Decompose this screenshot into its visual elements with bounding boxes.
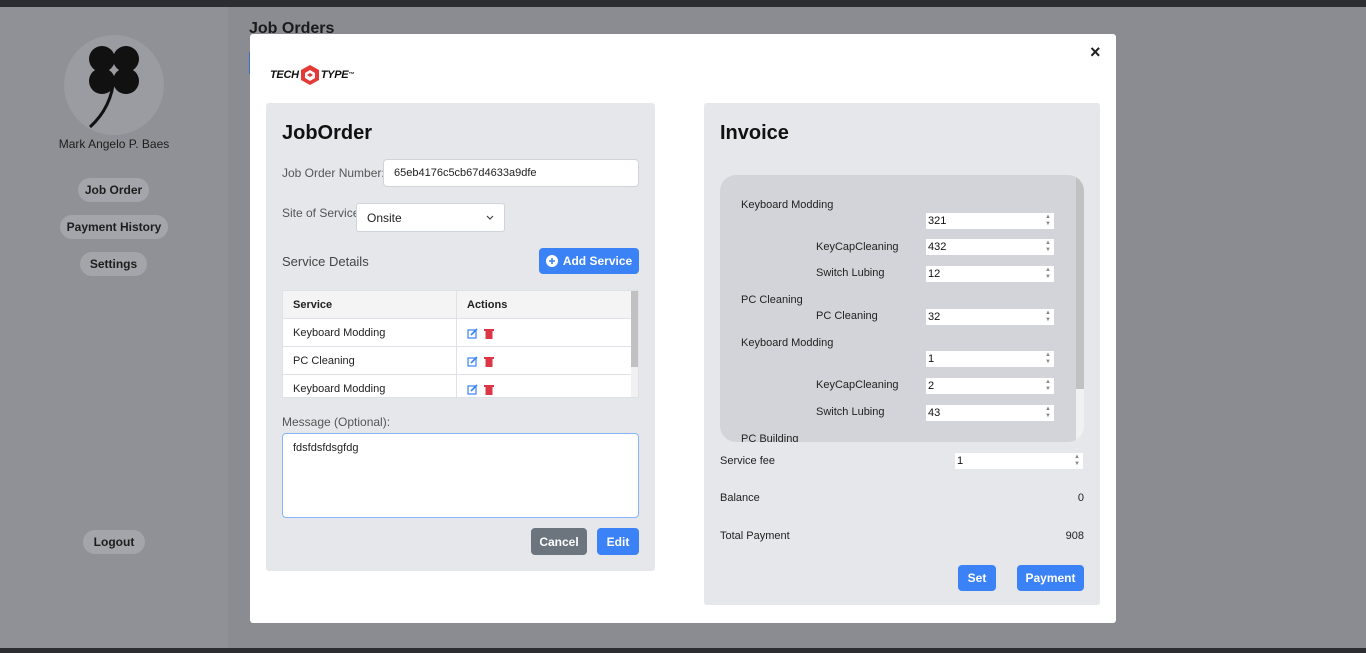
trash-icon[interactable] [484, 356, 494, 367]
avatar [64, 35, 164, 135]
total-payment-value: 908 [1065, 530, 1084, 542]
invoice-sub-item-name: Switch Lubing [816, 406, 885, 418]
edit-button[interactable]: Edit [597, 528, 639, 555]
quantity-input[interactable]: 432 ▲ ▼ [926, 239, 1054, 255]
invoice-group-name: PC Building [741, 433, 799, 442]
job-number-input[interactable]: 65eb4176c5cb67d4633a9dfe [383, 159, 639, 187]
invoice-group-name: PC Cleaning [741, 294, 803, 306]
invoice-sub-item-name: KeyCapCleaning [816, 379, 899, 391]
nav-job-order[interactable]: Job Order [78, 178, 149, 202]
message-textarea[interactable]: fdsfdsfdsgfdg [282, 433, 639, 518]
set-button[interactable]: Set [958, 565, 996, 591]
service-details-label: Service Details [282, 254, 369, 269]
service-fee-label: Service fee [720, 455, 776, 467]
window-top-bar [0, 0, 1366, 7]
header-actions: Actions [467, 299, 508, 311]
edit-icon[interactable] [467, 355, 478, 367]
techtype-logo: TECH TYPE ™ [270, 64, 354, 86]
quantity-input[interactable]: 12 ▲ ▼ [926, 266, 1054, 282]
table-scrollbar[interactable] [631, 291, 638, 397]
table-row: PC Cleaning [283, 347, 631, 375]
invoice-sub-item-name: PC Cleaning [816, 310, 878, 322]
add-service-label: Add Service [562, 254, 633, 268]
site-of-service-select[interactable]: Onsite [356, 203, 505, 232]
logo-trademark: ™ [348, 72, 354, 78]
table-row: Keyboard Modding [283, 375, 631, 397]
close-button[interactable]: × [1090, 42, 1101, 63]
invoice-scrollbar[interactable] [1076, 175, 1084, 442]
cancel-button[interactable]: Cancel [531, 528, 587, 555]
job-number-label: Job Order Number: [282, 166, 385, 180]
invoice-title: Invoice [720, 122, 789, 144]
invoice-sub-item-name: KeyCapCleaning [816, 241, 899, 253]
trash-icon[interactable] [484, 384, 494, 395]
invoice-group-name: Keyboard Modding [741, 337, 834, 349]
row-service-name: Keyboard Modding [293, 383, 386, 395]
joborder-title: JobOrder [282, 122, 373, 144]
nav-settings[interactable]: Settings [80, 252, 147, 276]
sidebar: Mark Angelo P. Baes Job Order Payment Hi… [0, 7, 228, 653]
bottom-bar [0, 648, 1366, 653]
service-fee-input[interactable]: 1 ▲ ▼ [955, 453, 1083, 469]
edit-icon[interactable] [467, 383, 478, 395]
table-row: Keyboard Modding [283, 319, 631, 347]
clover-icon [88, 46, 139, 129]
chevron-down-icon [486, 215, 494, 220]
services-table: Service Actions Keyboard Modding PC Clea… [282, 290, 639, 398]
joborder-panel: JobOrder Job Order Number: 65eb4176c5cb6… [266, 103, 655, 571]
invoice-group-name: Keyboard Modding [741, 199, 834, 211]
payment-button[interactable]: Payment [1017, 565, 1084, 591]
quantity-input[interactable]: 43 ▲ ▼ [926, 405, 1054, 421]
add-service-button[interactable]: Add Service [539, 248, 639, 274]
message-label: Message (Optional): [282, 415, 391, 429]
cube-logo-icon [300, 65, 319, 85]
site-of-service-value: Onsite [367, 210, 402, 225]
plus-circle-icon [545, 255, 558, 267]
row-service-name: PC Cleaning [293, 355, 355, 367]
invoice-panel: Invoice Keyboard Modding 321 ▲ ▼ KeyCapCle… [704, 103, 1100, 605]
nav-payment-history[interactable]: Payment History [60, 215, 168, 239]
invoice-items-list: Keyboard Modding 321 ▲ ▼ KeyCapCleaning 43… [720, 175, 1084, 442]
row-service-name: Keyboard Modding [293, 327, 386, 339]
balance-value: 0 [1077, 492, 1084, 504]
header-service: Service [293, 299, 333, 311]
quantity-input[interactable]: 321 ▲ ▼ [926, 213, 1054, 229]
logout-button[interactable]: Logout [83, 530, 145, 554]
site-of-service-label: Site of Service: [282, 206, 363, 220]
user-name: Mark Angelo P. Baes [58, 137, 170, 151]
quantity-input[interactable]: 32 ▲ ▼ [926, 309, 1054, 325]
invoice-sub-item-name: Switch Lubing [816, 267, 885, 279]
total-payment-label: Total Payment [720, 530, 790, 542]
job-order-modal: × TECH TYPE ™ JobOrder Job Order Number:… [250, 34, 1116, 623]
edit-icon[interactable] [467, 327, 478, 339]
quantity-input[interactable]: 2 ▲ ▼ [926, 378, 1054, 394]
logo-text-right: TYPE [320, 69, 349, 81]
quantity-input[interactable]: 1 ▲ ▼ [926, 351, 1054, 367]
trash-icon[interactable] [484, 328, 494, 339]
table-header: Service Actions [283, 291, 631, 319]
logo-text-left: TECH [270, 69, 299, 81]
balance-label: Balance [720, 492, 760, 504]
